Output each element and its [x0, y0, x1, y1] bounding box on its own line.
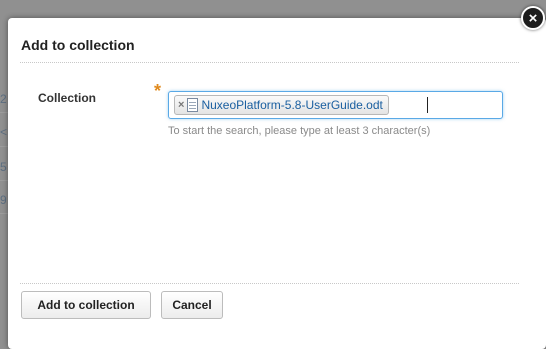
background-fragment: 5 [0, 160, 7, 174]
search-hint: To start the search, please type at leas… [168, 125, 431, 137]
background-divider [0, 112, 8, 113]
collection-label: Collection [38, 91, 97, 105]
background-divider [0, 146, 8, 147]
background-fragment: 9 [0, 193, 7, 207]
background-divider [0, 180, 8, 181]
close-icon[interactable]: × [521, 6, 545, 30]
footer-divider [20, 283, 519, 284]
background-fragment: 2 [0, 92, 7, 106]
add-to-collection-button[interactable]: Add to collection [21, 291, 151, 319]
document-icon [187, 98, 199, 112]
remove-chip-icon[interactable]: × [178, 99, 184, 111]
selected-collection-label: NuxeoPlatform-5.8-UserGuide.odt [201, 98, 383, 112]
dialog-title: Add to collection [21, 37, 135, 53]
add-to-collection-dialog: Add to collection Collection * × NuxeoPl… [8, 18, 546, 349]
selected-collection-chip: × NuxeoPlatform-5.8-UserGuide.odt [174, 95, 389, 115]
header-divider [20, 62, 519, 63]
text-cursor [427, 97, 428, 113]
required-asterisk: * [154, 81, 162, 101]
background-fragment: < [0, 125, 8, 139]
collection-select-input[interactable]: × NuxeoPlatform-5.8-UserGuide.odt [168, 91, 503, 119]
cancel-button[interactable]: Cancel [161, 291, 223, 319]
background-divider [0, 213, 8, 214]
